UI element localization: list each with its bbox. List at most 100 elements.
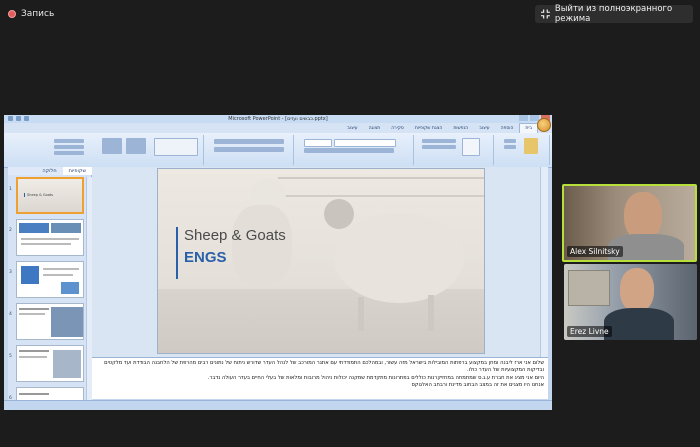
font-format-icons[interactable] [304,148,394,153]
thumbnail-image [53,350,81,378]
participant-face [624,192,662,240]
font-name-select[interactable] [334,139,396,147]
thumbnail-number: 4 [9,312,12,317]
participant-video-tile[interactable]: Alex Silnitsky [562,184,697,262]
slide-thumbnail[interactable]: Sheep & Goats [16,177,84,214]
participant-shoulders [604,308,674,340]
thumbnail-text-line [43,274,73,276]
slide-title: Sheep & Goats [184,227,286,244]
exit-fullscreen-label: Выйти из полноэкранного режима [554,4,673,24]
font-size-select[interactable] [304,139,332,147]
exit-fullscreen-icon [541,9,550,19]
ribbon-tab-animations[interactable]: הנפשות [448,124,473,133]
status-bar [4,400,552,410]
thumbnail-image [51,307,83,337]
ribbon-group-slides [414,135,494,165]
notes-paragraph: שלום אני ארז ליבנה ומחן במקצוע ברפתות המ… [104,360,544,374]
redo-icon[interactable] [24,116,29,121]
recording-indicator: Запись [8,8,54,20]
thumbnail-text-line [43,268,79,270]
ribbon-group-editing [4,135,94,165]
ribbon-group-drawing [94,135,204,165]
replace-icon[interactable] [54,145,84,149]
speaker-notes[interactable]: שלום אני ארז ליבנה ומחן במקצוע ברפתות המ… [92,357,548,399]
office-button[interactable] [537,118,551,132]
slide-thumbnail[interactable] [16,219,84,256]
ribbon-tab-insert[interactable]: הוספה [496,124,519,133]
arrange-icon[interactable] [102,138,122,154]
sheep-head [324,199,354,229]
ribbon-tab-review[interactable]: סקירה [386,124,409,133]
record-icon [8,10,16,18]
thumbnail-image [19,223,49,233]
slide[interactable]: Sheep & Goats ENGS [158,169,484,353]
thumbnail-image [51,223,81,233]
thumbnail-image [21,266,39,284]
copy-icon[interactable] [504,145,516,149]
undo-icon[interactable] [16,116,21,121]
thumbnail-number: 5 [9,354,12,359]
slide-title-box[interactable]: Sheep & Goats ENGS [176,227,296,279]
reset-icon[interactable] [422,145,456,149]
find-icon[interactable] [54,139,84,143]
ribbon-tab-home[interactable]: בית [519,123,538,133]
ribbon-group-paragraph [204,135,294,165]
thumbnail-text-line [19,393,49,395]
thumbnail-text-line [19,350,49,352]
new-slide-icon[interactable] [462,138,480,156]
minimize-icon[interactable] [519,115,528,121]
sheep-body [334,213,464,303]
ribbon-tab-slideshow[interactable]: הצגת שקופיות [410,124,447,133]
save-icon[interactable] [8,116,13,121]
tab-slides[interactable]: שקופיות [62,167,92,175]
sheep-leg [358,297,364,331]
thumbnail-number: 3 [9,270,12,275]
sheep-leg [428,295,434,331]
cut-icon[interactable] [504,139,516,143]
slide-subtitle: ENGS [184,249,227,266]
thumbnail-text-line [19,308,49,310]
exit-fullscreen-button[interactable]: Выйти из полноэкранного режима [535,4,693,24]
powerpoint-window: Microsoft PowerPoint - [כבשים ועזים.pptx… [4,115,552,410]
slide-scrollbar[interactable] [540,167,548,357]
thumbnail-tabs: שקופיות חלוקה [8,167,92,175]
ribbon [4,133,552,168]
thumbnail-image [61,282,79,294]
notes-paragraph: היום אני מציג את חברת ע.ג.ס שמתמחה במחזי… [207,374,544,381]
slide-thumbnail[interactable] [16,261,84,298]
thumbnail-text-line [19,356,47,358]
ribbon-tab-format[interactable]: עיצוב [342,124,362,133]
ribbon-tab-view[interactable]: תצוגה [364,124,386,133]
ribbon-group-clipboard [494,135,550,165]
slide-thumbnail[interactable] [16,303,84,340]
slide-thumbnail[interactable] [16,345,84,382]
participant-name: Alex Silnitsky [567,246,623,257]
thumbnail-text-line [19,313,45,315]
thumbnail-title: Sheep & Goats [24,193,53,197]
tab-outline[interactable]: חלוקה [36,167,62,175]
window-titlebar: Microsoft PowerPoint - [כבשים ועזים.pptx… [4,115,552,123]
list-icons[interactable] [214,139,284,144]
fence-rail [278,177,484,179]
participant-video-tile[interactable]: Erez Livne [564,264,697,340]
slide-canvas: Sheep & Goats ENGS [92,167,548,357]
thumbnail-text-line [21,243,71,245]
quick-styles-icon[interactable] [126,138,146,154]
participant-name: Erez Livne [567,326,612,337]
align-icons[interactable] [214,147,284,152]
recording-label: Запись [21,9,55,19]
layout-icon[interactable] [422,139,456,143]
slide-ground [158,289,484,353]
slide-thumbnails-panel: שקופיות חלוקה 1 Sheep & Goats 2 3 4 5 6 [8,167,92,410]
ribbon-tabs: בית הוספה עיצוב הנפשות הצגת שקופיות סקיר… [4,123,552,133]
thumbnail-number: 1 [9,187,12,192]
ribbon-tab-design[interactable]: עיצוב [474,124,494,133]
fence-rail [278,195,484,197]
shapes-gallery[interactable] [154,138,198,156]
select-icon[interactable] [54,151,84,155]
ribbon-group-font [294,135,414,165]
participant-face [620,268,654,312]
paste-icon[interactable] [524,138,538,154]
quick-access-toolbar [8,116,29,121]
window-title: Microsoft PowerPoint - [כבשים ועזים.pptx… [228,116,328,122]
